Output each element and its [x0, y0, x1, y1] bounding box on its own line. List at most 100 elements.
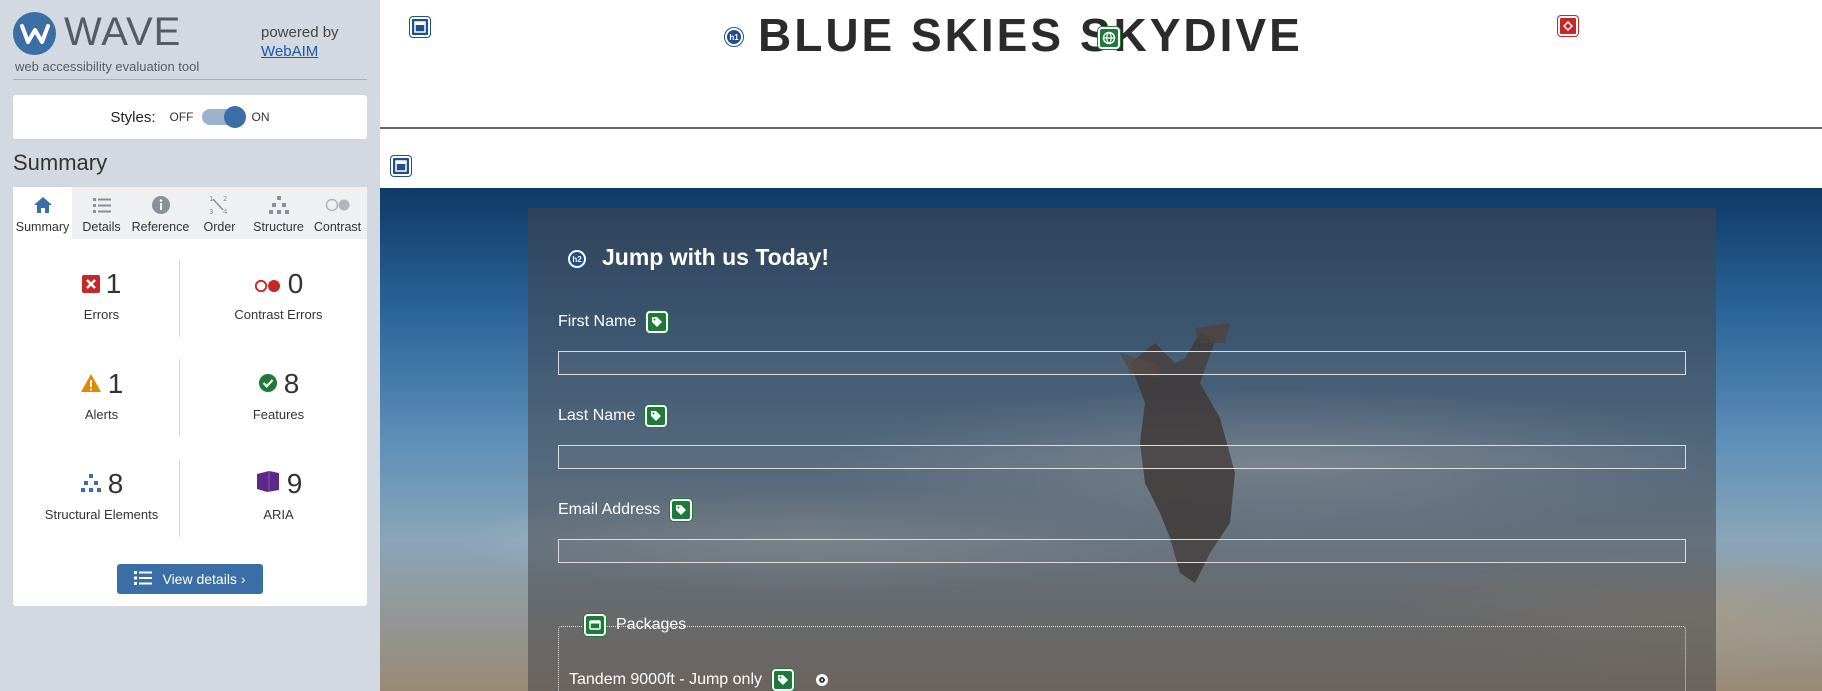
view-details-label: View details ›	[162, 571, 246, 587]
structure-icon	[80, 468, 102, 500]
stats-row: 1 Errors 0 Contrast Errors	[13, 239, 367, 339]
svg-text:3: 3	[209, 208, 213, 216]
hero-background-image: h2 Jump with us Today! First Name Last N…	[380, 188, 1822, 691]
errors-count: 1	[105, 267, 122, 299]
label-tag-icon[interactable]	[670, 499, 693, 521]
tab-contrast[interactable]: Contrast	[308, 187, 367, 239]
svg-text:2: 2	[223, 195, 227, 203]
webaim-link[interactable]: WebAIM	[261, 43, 318, 60]
structural-stat[interactable]: 8 Structural Elements	[13, 457, 190, 522]
last-name-label: Last Name	[558, 405, 668, 427]
h1-heading-icon[interactable]: h1	[725, 28, 743, 46]
powered-by-text: powered by	[261, 24, 339, 41]
alerts-stat[interactable]: 1 Alerts	[13, 357, 190, 422]
header-divider	[380, 127, 1822, 129]
signup-form: h2 Jump with us Today! First Name Last N…	[528, 208, 1716, 691]
structural-label: Structural Elements	[44, 506, 159, 522]
packages-legend: Packages	[578, 614, 692, 636]
alert-icon	[80, 368, 102, 400]
contrast-error-icon	[254, 268, 282, 300]
wave-logo-icon	[13, 12, 56, 55]
structural-count: 8	[107, 467, 124, 499]
package-option: Tandem 9000ft - Jump only	[569, 669, 828, 691]
tab-structure[interactable]: Structure	[249, 187, 308, 239]
home-icon	[33, 193, 53, 217]
styles-label: Styles:	[110, 108, 156, 126]
package-option-label: Tandem 9000ft - Jump only	[569, 671, 762, 688]
first-name-label-text: First Name	[558, 313, 637, 330]
wave-tagline: web accessibility evaluation tool	[15, 59, 200, 74]
styles-off-label: OFF	[169, 110, 194, 124]
summary-panel: Summary Details Reference 1 2 3 4 Order Str…	[13, 187, 367, 606]
first-name-field[interactable]	[558, 351, 1686, 375]
aria-count: 9	[286, 467, 303, 499]
styles-on-label: ON	[251, 110, 270, 124]
stats-row: 8 Structural Elements 9 ARIA	[13, 439, 367, 539]
aria-label: ARIA	[263, 506, 294, 522]
email-label-text: Email Address	[558, 501, 661, 518]
wave-sidebar: WAVE web accessibility evaluation tool p…	[0, 0, 380, 691]
tab-order[interactable]: 1 2 3 4 Order	[190, 187, 249, 239]
summary-stats: 1 Errors 0 Contrast Errors 1 Alerts 8 Fe…	[13, 239, 367, 539]
toggle-knob[interactable]	[223, 106, 246, 128]
aria-cube-icon	[255, 468, 281, 500]
tab-label: Reference	[131, 220, 190, 234]
styles-toggle-panel: Styles: OFF ON	[13, 95, 367, 139]
contrast-errors-count: 0	[287, 267, 304, 299]
tab-label: Details	[82, 220, 121, 234]
form-heading: Jump with us Today!	[602, 244, 830, 270]
view-details-button[interactable]: View details ›	[117, 564, 263, 594]
main-region-icon[interactable]	[391, 156, 411, 176]
tab-label: Summary	[15, 220, 70, 234]
errors-label: Errors	[83, 306, 120, 322]
svg-text:4: 4	[223, 208, 228, 216]
order-icon: 1 2 3 4	[208, 193, 232, 217]
tab-label: Order	[203, 220, 236, 234]
tab-details[interactable]: Details	[72, 187, 131, 239]
stats-row: 1 Alerts 8 Features	[13, 339, 367, 439]
tab-label: Contrast	[313, 220, 362, 234]
divider	[13, 79, 367, 80]
fieldset-icon[interactable]	[584, 614, 606, 636]
alerts-label: Alerts	[84, 406, 119, 422]
alerts-count: 1	[107, 367, 124, 399]
structure-icon	[268, 193, 290, 217]
evaluated-page: h1 BLUE SKIES SKYDIVE h2 Jump with us To…	[380, 0, 1822, 691]
last-name-label-text: Last Name	[558, 407, 636, 424]
packages-legend-text: Packages	[616, 616, 687, 633]
contrast-errors-label: Contrast Errors	[234, 306, 323, 322]
list-icon	[92, 193, 112, 217]
errors-stat[interactable]: 1 Errors	[13, 257, 190, 322]
h2-heading-icon[interactable]: h2	[568, 250, 586, 268]
feature-check-icon	[258, 368, 278, 400]
contrast-errors-stat[interactable]: 0 Contrast Errors	[190, 257, 367, 322]
link-feature-icon[interactable]	[1098, 27, 1120, 49]
tab-reference[interactable]: Reference	[131, 187, 190, 239]
wave-logo-text: WAVE	[64, 10, 182, 54]
styles-toggle[interactable]	[201, 106, 246, 128]
label-tag-icon[interactable]	[646, 311, 669, 333]
tab-summary[interactable]: Summary	[13, 187, 72, 239]
summary-heading: Summary	[13, 150, 108, 175]
svg-text:1: 1	[209, 195, 213, 203]
features-count: 8	[283, 367, 300, 399]
email-label: Email Address	[558, 499, 693, 521]
page-title: BLUE SKIES SKYDIVE	[758, 9, 1303, 61]
wave-tabs: Summary Details Reference 1 2 3 4 Order Str…	[13, 187, 367, 239]
features-label: Features	[252, 406, 305, 422]
last-name-field[interactable]	[558, 445, 1686, 469]
features-stat[interactable]: 8 Features	[190, 357, 367, 422]
info-icon	[151, 193, 171, 217]
email-field[interactable]	[558, 539, 1686, 563]
error-broken-link-icon[interactable]	[1558, 16, 1578, 36]
list-icon	[134, 570, 153, 589]
header-region-icon[interactable]	[410, 17, 430, 37]
label-tag-icon[interactable]	[772, 669, 794, 691]
contrast-icon	[325, 193, 351, 217]
tab-label: Structure	[253, 220, 304, 234]
aria-stat[interactable]: 9 ARIA	[190, 457, 367, 522]
label-tag-icon[interactable]	[645, 405, 668, 427]
first-name-label: First Name	[558, 311, 669, 333]
error-icon	[81, 268, 100, 300]
package-radio[interactable]	[816, 674, 828, 686]
